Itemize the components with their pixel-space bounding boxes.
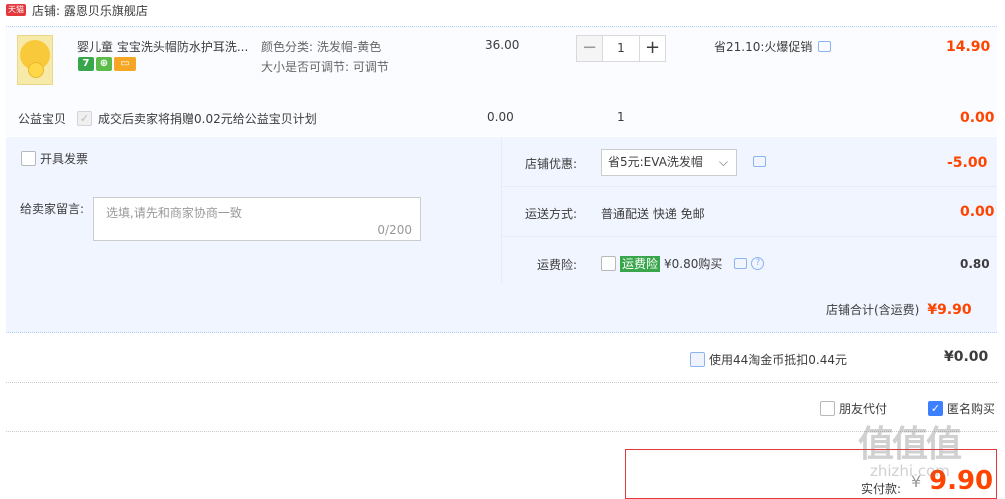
discount-info-icon[interactable] bbox=[753, 156, 766, 167]
shop-total-label: 店铺合计(含运费) bbox=[826, 303, 920, 317]
message-label: 给卖家留言: bbox=[20, 202, 85, 216]
coins-row bbox=[6, 336, 997, 383]
charity-checkbox bbox=[77, 111, 92, 126]
insurance-option: 运费险 ¥0.80购买 ? bbox=[601, 255, 765, 272]
watermark-url: zhizhi.com bbox=[870, 462, 950, 480]
tmall-badge: 天猫 bbox=[6, 4, 26, 16]
message-placeholder: 选填,请先和商家协商一致 bbox=[106, 206, 242, 220]
quantity-input[interactable]: 1 bbox=[603, 35, 639, 62]
charity-price: 0.00 bbox=[487, 110, 514, 124]
anonymous-checkbox[interactable] bbox=[928, 401, 943, 416]
quantity-decrease-button[interactable]: − bbox=[576, 35, 603, 62]
watermark-logo: 值值值 bbox=[858, 424, 962, 465]
shop-header: 天猫 店铺: 露恩贝乐旗舰店 bbox=[6, 2, 148, 18]
message-counter: 0/200 bbox=[377, 223, 412, 237]
service-badges: 7 ⊕ ▭ bbox=[78, 57, 136, 71]
charity-qty: 1 bbox=[617, 110, 625, 124]
charity-label: 公益宝贝 bbox=[18, 112, 67, 126]
charity-option: 成交后卖家将捐赠0.02元给公益宝贝计划 bbox=[77, 110, 317, 127]
quantity-increase-button[interactable]: + bbox=[639, 35, 666, 62]
shop-discount-select[interactable]: 省5元:EVA洗发帽 ⌵ bbox=[601, 149, 737, 176]
shop-name[interactable]: 店铺: 露恩贝乐旗舰店 bbox=[32, 2, 148, 19]
shop-total: 店铺合计(含运费) ¥9.90 bbox=[826, 301, 972, 318]
credit-card-icon[interactable]: ▭ bbox=[114, 57, 136, 71]
insurance-tag: 运费险 bbox=[620, 255, 661, 272]
coins-option[interactable]: 使用44淘金币抵扣0.44元 bbox=[690, 351, 847, 368]
shop-discount-amount: -5.00 bbox=[947, 155, 988, 171]
item-color-attribute: 颜色分类: 洗发帽-黄色 bbox=[261, 40, 382, 54]
invoice-label: 开具发票 bbox=[40, 152, 89, 166]
friend-pay-checkbox[interactable] bbox=[820, 401, 835, 416]
seller-message-input[interactable]: 选填,请先和商家协商一致 0/200 bbox=[93, 197, 421, 241]
coins-amount: ¥0.00 bbox=[944, 349, 989, 365]
shop-discount-value: 省5元:EVA洗发帽 bbox=[608, 155, 703, 169]
item-subtotal: 14.90 bbox=[946, 39, 991, 55]
chevron-down-icon: ⌵ bbox=[718, 155, 728, 169]
quantity-stepper: − 1 + bbox=[576, 35, 666, 62]
charity-subtotal: 0.00 bbox=[960, 110, 995, 126]
seven-day-return-icon[interactable]: 7 bbox=[78, 57, 94, 71]
shipping-label: 运送方式: bbox=[525, 207, 578, 221]
insurance-chat-icon[interactable] bbox=[734, 258, 748, 269]
item-size-attribute: 大小是否可调节: 可调节 bbox=[261, 60, 389, 74]
insurance-amount: 0.80 bbox=[960, 257, 990, 271]
shop-total-amount: ¥9.90 bbox=[927, 301, 972, 318]
coins-checkbox[interactable] bbox=[690, 352, 705, 367]
promo-info: 省21.10:火爆促销 bbox=[714, 38, 832, 55]
help-icon[interactable]: ? bbox=[751, 257, 765, 270]
shop-discount-label: 店铺优惠: bbox=[525, 157, 578, 171]
product-thumbnail[interactable] bbox=[17, 35, 53, 85]
insurance-checkbox[interactable] bbox=[601, 256, 616, 271]
promo-info-icon[interactable] bbox=[818, 41, 832, 52]
shipping-amount: 0.00 bbox=[960, 204, 995, 220]
charity-text: 成交后卖家将捐赠0.02元给公益宝贝计划 bbox=[98, 112, 317, 126]
product-title[interactable]: 婴儿童 宝宝洗头帽防水护耳洗... bbox=[77, 38, 252, 55]
insurance-label: 运费险: bbox=[537, 258, 578, 272]
unit-price: 36.00 bbox=[485, 38, 520, 52]
product-image-duck bbox=[28, 62, 44, 78]
invoice-option[interactable]: 开具发票 bbox=[21, 150, 88, 167]
quality-guarantee-icon[interactable]: ⊕ bbox=[96, 57, 112, 71]
coins-text: 使用44淘金币抵扣0.44元 bbox=[709, 353, 847, 367]
shipping-method: 普通配送 快递 免邮 bbox=[601, 207, 705, 221]
payment-label: 实付款: bbox=[861, 482, 902, 496]
insurance-price-text: ¥0.80购买 bbox=[664, 257, 723, 271]
invoice-checkbox[interactable] bbox=[21, 151, 36, 166]
promo-text: 省21.10:火爆促销 bbox=[714, 40, 813, 54]
